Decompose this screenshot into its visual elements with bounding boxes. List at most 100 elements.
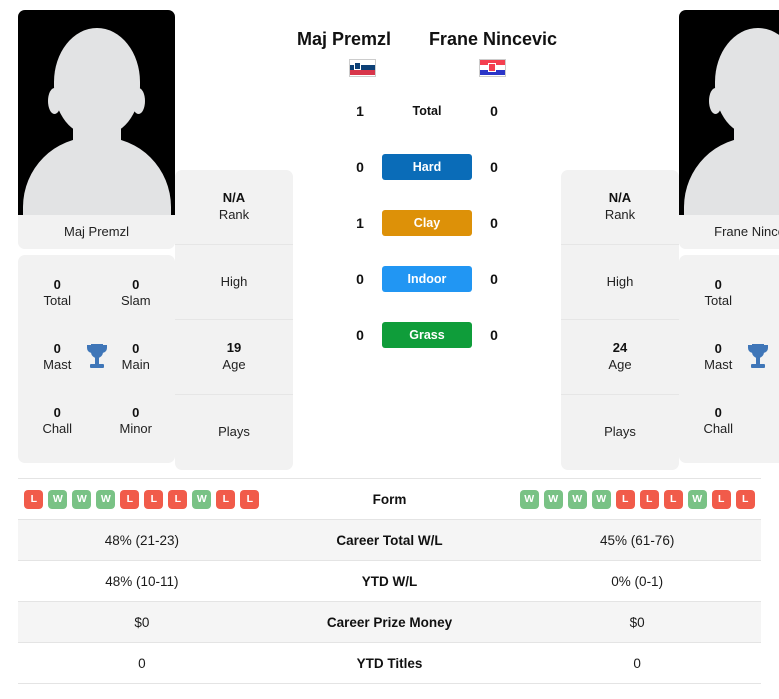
left-player-column: Maj Premzl 0 Total 0 Slam 0 Mast 0 Main … <box>18 10 175 463</box>
form-pill-l[interactable]: L <box>120 489 140 509</box>
titles-row-mast-main: 0 Mast 0 Main <box>18 325 175 389</box>
left-stat-value: 48% (10-11) <box>105 573 179 589</box>
surface-badge-indoor[interactable]: Indoor <box>382 265 472 292</box>
stats-comparison-table: L W W W L L L W L L Form W W W W L L L W L L 48% (21-23) Caree… <box>18 478 761 684</box>
stat-label: YTD Titles <box>356 655 423 671</box>
right-stat-value: 0 <box>633 655 641 671</box>
form-pill-w[interactable]: W <box>72 489 92 509</box>
form-pill-w[interactable]: W <box>543 489 563 509</box>
trophy-icon <box>86 344 107 368</box>
right-player-name[interactable]: Frane Nincevic <box>427 10 557 51</box>
table-row: L W W W L L L W L L Form W W W W L L L W L L <box>18 479 761 520</box>
form-pill-w[interactable]: W <box>567 489 587 509</box>
h2h-left-score: 1 <box>356 214 364 231</box>
form-pill-l[interactable]: L <box>168 489 188 509</box>
h2h-row-indoor: 0 Indoor 0 <box>297 251 557 307</box>
left-age-section: 19 Age <box>175 320 293 395</box>
right-player-avatar <box>679 10 779 215</box>
left-player-info-card: N/A Rank High 19 Age Plays <box>175 170 293 470</box>
avatar-ear-left-icon <box>709 88 722 114</box>
titles-row-total-slam: 0 Total 0 Slam <box>18 261 175 325</box>
h2h-surface-label[interactable]: Hard <box>382 153 472 180</box>
table-row: 0 YTD Titles 0 <box>18 643 761 684</box>
avatar-body-icon <box>683 137 779 215</box>
right-rank-section: N/A Rank <box>561 170 679 245</box>
titles-minor: 0 Minor <box>119 404 152 436</box>
titles-chall: 0 Chall <box>703 404 734 436</box>
right-player-info-card: N/A Rank High 24 Age Plays <box>561 170 679 470</box>
h2h-right-score: 0 <box>490 326 498 343</box>
avatar-ear-left-icon <box>48 88 61 114</box>
h2h-left-score: 1 <box>356 102 364 119</box>
right-form-cell: WWWWLLLWLL <box>513 489 761 509</box>
form-pill-w[interactable]: W <box>96 489 116 509</box>
table-row: $0 Career Prize Money $0 <box>18 602 761 643</box>
titles-total: 0 Total <box>43 276 71 308</box>
h2h-row-grass: 0 Grass 0 <box>297 307 557 363</box>
titles-mast: 0 Mast <box>704 340 733 372</box>
h2h-surface-label[interactable]: Indoor <box>382 265 472 292</box>
stat-label: Form <box>372 491 407 507</box>
form-pill-l[interactable]: L <box>216 489 236 509</box>
table-row: 48% (10-11) YTD W/L 0% (0-1) <box>18 561 761 602</box>
player-comparison-header: Maj Premzl 0 Total 0 Slam 0 Mast 0 Main … <box>0 0 779 470</box>
form-pill-l[interactable]: L <box>240 489 260 509</box>
titles-main: 0 Main <box>121 340 150 372</box>
trophy-icon <box>747 344 768 368</box>
left-form-cell: LWWWLLLWLL <box>18 489 266 509</box>
form-pill-l[interactable]: L <box>711 489 731 509</box>
right-player-flag-wrap <box>427 51 557 77</box>
h2h-right-score: 0 <box>490 102 498 119</box>
titles-row-chall-minor: 0 Chall 0 Minor <box>679 389 779 453</box>
form-pill-l[interactable]: L <box>663 489 683 509</box>
stat-label: Career Prize Money <box>326 614 453 630</box>
h2h-right-score: 0 <box>490 158 498 175</box>
avatar-body-icon <box>22 137 171 215</box>
croatia-flag-icon <box>478 58 506 77</box>
head-to-head-panel: Maj Premzl Frane Nincevic 1 Total 0 0 Hard 0 1… <box>293 10 561 363</box>
form-pill-l[interactable]: L <box>735 489 755 509</box>
h2h-row-clay: 1 Clay 0 <box>297 195 557 251</box>
right-stat-value: 45% (61-76) <box>600 532 675 548</box>
form-pill-l[interactable]: L <box>639 489 659 509</box>
h2h-surface-label: Total <box>412 103 442 118</box>
form-pill-w[interactable]: W <box>519 489 539 509</box>
form-pill-l[interactable]: L <box>144 489 164 509</box>
left-player-flag-wrap <box>297 51 427 77</box>
h2h-right-score: 0 <box>490 214 498 231</box>
right-stat-value: 0% (0-1) <box>611 573 664 589</box>
form-list: WWWWLLLWLL <box>513 489 761 509</box>
stat-label: YTD W/L <box>361 573 418 589</box>
left-player-name[interactable]: Maj Premzl <box>297 10 427 51</box>
left-stat-value: 48% (21-23) <box>104 532 179 548</box>
table-row: 48% (21-23) Career Total W/L 45% (61-76) <box>18 520 761 561</box>
form-pill-w[interactable]: W <box>687 489 707 509</box>
surface-badge-clay[interactable]: Clay <box>382 209 472 236</box>
surface-badge-hard[interactable]: Hard <box>382 153 472 180</box>
h2h-row-total: 1 Total 0 <box>297 83 557 139</box>
h2h-row-hard: 0 Hard 0 <box>297 139 557 195</box>
form-pill-w[interactable]: W <box>591 489 611 509</box>
surface-badge-grass[interactable]: Grass <box>382 321 472 348</box>
h2h-left-score: 0 <box>356 158 364 175</box>
slovenia-flag-icon <box>348 58 376 77</box>
left-stat-value: $0 <box>134 614 150 630</box>
h2h-surface-label[interactable]: Grass <box>382 321 472 348</box>
form-pill-w[interactable]: W <box>192 489 212 509</box>
player-names-row: Maj Premzl Frane Nincevic <box>297 10 557 77</box>
left-high-section: High <box>175 245 293 320</box>
right-high-section: High <box>561 245 679 320</box>
left-player-photo-card[interactable]: Maj Premzl <box>18 10 175 249</box>
left-player-avatar <box>18 10 175 215</box>
left-plays-section: Plays <box>218 424 250 440</box>
right-plays-section: Plays <box>604 424 636 440</box>
form-pill-w[interactable]: W <box>48 489 68 509</box>
h2h-surface-label[interactable]: Clay <box>382 209 472 236</box>
right-player-photo-caption: Frane Nincevic <box>679 215 779 249</box>
form-pill-l[interactable]: L <box>24 489 44 509</box>
right-player-photo-card[interactable]: Frane Nincevic <box>679 10 779 249</box>
titles-row-mast-main: 0 Mast 0 Main <box>679 325 779 389</box>
titles-minor: 0 Minor <box>766 405 779 438</box>
form-pill-l[interactable]: L <box>615 489 635 509</box>
titles-row-total-slam: 0 Total 0 Slam <box>679 261 779 325</box>
